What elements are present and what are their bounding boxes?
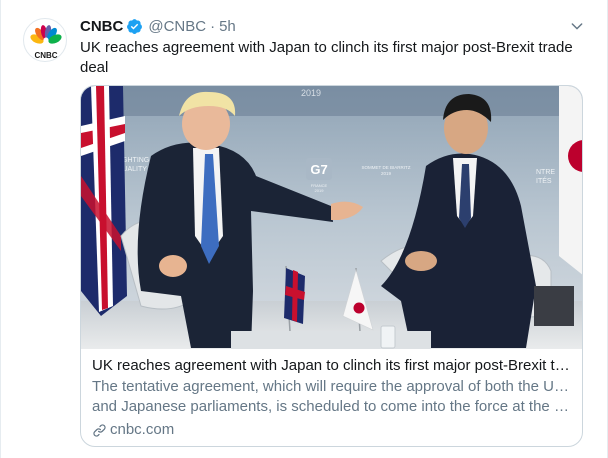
backdrop-g7-logo: G7 (310, 162, 327, 177)
link-icon (93, 423, 106, 437)
display-name[interactable]: CNBC (80, 18, 123, 35)
separator-dot: · (210, 17, 216, 35)
cnbc-peacock-logo-icon: CNBC (30, 25, 62, 60)
avatar[interactable]: CNBC (23, 18, 67, 62)
chevron-down-icon[interactable] (567, 16, 587, 36)
handle[interactable]: @CNBC (148, 18, 206, 35)
card-domain-text: cnbc.com (110, 421, 175, 438)
card-image[interactable]: 2019 UGHTING QUALITY G7 FRANCE 2019 SOMMET… (81, 86, 582, 349)
verified-badge-icon (126, 18, 143, 35)
card-title: UK reaches agreement with Japan to clinc… (92, 357, 572, 374)
avatar-label: CNBC (34, 51, 57, 60)
japan-flag-right (559, 86, 582, 275)
tweet-text: UK reaches agreement with Japan to clinc… (80, 39, 573, 76)
card-description-line: and Japanese parliaments, is scheduled t… (92, 398, 572, 415)
backdrop-top-text: 2019 (301, 88, 321, 98)
link-card[interactable]: 2019 UGHTING QUALITY G7 FRANCE 2019 SOMMET… (80, 85, 583, 447)
tweet[interactable]: CNBC CNBC @CNBC · 5h UK reaches agreemen… (0, 0, 608, 458)
tweet-header: CNBC @CNBC · 5h (80, 16, 236, 36)
card-domain: cnbc.com (92, 420, 174, 440)
card-description: The tentative agreement, which will requ… (92, 377, 572, 417)
uk-flag-left (81, 86, 127, 316)
timestamp[interactable]: 5h (219, 18, 236, 35)
g7-meeting-photo: 2019 UGHTING QUALITY G7 FRANCE 2019 SOMMET… (81, 86, 582, 349)
card-description-line: The tentative agreement, which will requ… (92, 378, 572, 395)
